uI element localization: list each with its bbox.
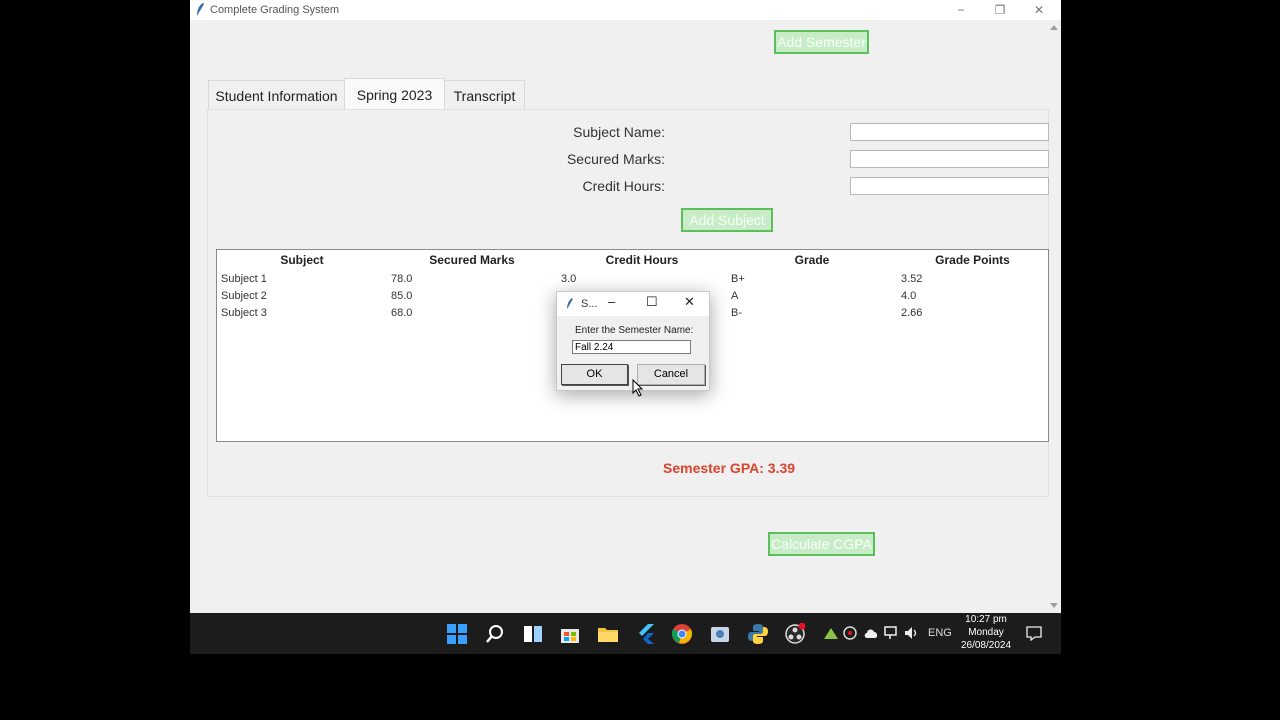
column-header-grade-points[interactable]: Grade Points	[897, 250, 1048, 270]
file-explorer-icon[interactable]	[597, 623, 619, 645]
tab-transcript[interactable]: Transcript	[444, 80, 525, 110]
close-button[interactable]: ✕	[1020, 0, 1058, 20]
feather-icon	[567, 298, 573, 309]
scroll-up-arrow-icon[interactable]	[1050, 25, 1058, 30]
onedrive-cloud-icon[interactable]	[863, 627, 879, 639]
tray-network-icon[interactable]	[823, 626, 839, 640]
cell-grade: B-	[731, 307, 742, 319]
column-header-credit-hours[interactable]: Credit Hours	[557, 250, 728, 270]
add-semester-button[interactable]: Add Semester	[774, 30, 869, 54]
window-title: Complete Grading System	[210, 4, 339, 16]
chrome-icon[interactable]	[671, 623, 693, 645]
dialog-prompt: Enter the Semester Name:	[575, 325, 694, 336]
python-icon[interactable]	[747, 623, 769, 645]
column-header-secured-marks[interactable]: Secured Marks	[387, 250, 558, 270]
taskbar-clock[interactable]: 10:27 pm Monday 26/08/2024	[954, 613, 1018, 652]
notifications-icon[interactable]	[1026, 626, 1042, 641]
vertical-scrollbar[interactable]	[1047, 20, 1061, 613]
obs-icon[interactable]	[784, 623, 806, 645]
calculate-cgpa-button[interactable]: Calculate CGPA	[768, 532, 875, 556]
restore-button[interactable]: ❐	[981, 0, 1019, 20]
dialog-title-bar[interactable]: S... – ☐ ✕	[557, 292, 709, 316]
cell-subject: Subject 1	[221, 273, 267, 285]
feather-icon	[197, 3, 204, 16]
minimize-button[interactable]: −	[942, 0, 980, 20]
cell-grade-points: 2.66	[901, 307, 923, 319]
clock-date: 26/08/2024	[960, 640, 1012, 651]
credit-hours-input[interactable]	[850, 177, 1049, 195]
ok-button[interactable]: OK	[561, 364, 628, 385]
scroll-down-arrow-icon[interactable]	[1050, 603, 1058, 608]
dialog-maximize-button[interactable]: ☐	[646, 294, 658, 310]
dialog-minimize-button[interactable]: –	[608, 294, 615, 309]
title-bar[interactable]: Complete Grading System − ❐ ✕	[190, 0, 1061, 20]
tab-student-information[interactable]: Student Information	[208, 80, 345, 110]
tab-spring-2023[interactable]: Spring 2023	[344, 78, 445, 110]
cell-grade-points: 3.52	[901, 273, 923, 285]
subject-name-input[interactable]	[850, 123, 1049, 141]
task-view-icon[interactable]	[522, 623, 544, 645]
credit-hours-label: Credit Hours:	[582, 178, 665, 194]
clock-time: 10:27 pm	[965, 614, 1007, 625]
dialog-close-button[interactable]: ✕	[684, 294, 695, 310]
column-header-subject[interactable]: Subject	[217, 250, 388, 270]
search-icon[interactable]	[484, 623, 506, 645]
flutter-icon[interactable]	[635, 623, 657, 645]
volume-icon[interactable]	[904, 626, 920, 640]
monitor-network-icon[interactable]	[884, 626, 900, 640]
secured-marks-label: Secured Marks:	[566, 151, 665, 167]
cell-secured-marks: 68.0	[391, 307, 413, 319]
cell-subject: Subject 3	[221, 307, 267, 319]
app-icon[interactable]	[709, 623, 731, 645]
cell-grade: A	[731, 290, 739, 302]
semester-name-dialog: S... – ☐ ✕ Enter the Semester Name: Fall…	[556, 291, 710, 391]
cancel-button[interactable]: Cancel	[637, 364, 705, 385]
add-subject-button[interactable]: Add Subject	[681, 208, 773, 232]
cell-secured-marks: 78.0	[391, 273, 413, 285]
language-indicator[interactable]: ENG	[928, 627, 952, 639]
store-icon[interactable]	[559, 623, 581, 645]
taskbar: ENG 10:27 pm Monday 26/08/2024	[190, 613, 1061, 654]
semester-gpa-label: Semester GPA: 3.39	[663, 460, 796, 476]
dialog-title: S...	[581, 298, 598, 310]
clock-day: Monday	[968, 627, 1004, 638]
secured-marks-input[interactable]	[850, 150, 1049, 168]
cell-grade-points: 4.0	[901, 290, 917, 302]
semester-name-input[interactable]: Fall 2.24	[572, 340, 691, 354]
column-header-grade[interactable]: Grade	[727, 250, 898, 270]
cell-subject: Subject 2	[221, 290, 267, 302]
windows-start-icon[interactable]	[446, 623, 468, 645]
cell-secured-marks: 85.0	[391, 290, 413, 302]
cell-grade: B+	[731, 273, 745, 285]
mouse-cursor-icon	[632, 379, 644, 397]
subject-name-label: Subject Name:	[573, 124, 665, 140]
tray-app-icon[interactable]	[843, 626, 857, 640]
cell-credit-hours: 3.0	[561, 273, 577, 285]
